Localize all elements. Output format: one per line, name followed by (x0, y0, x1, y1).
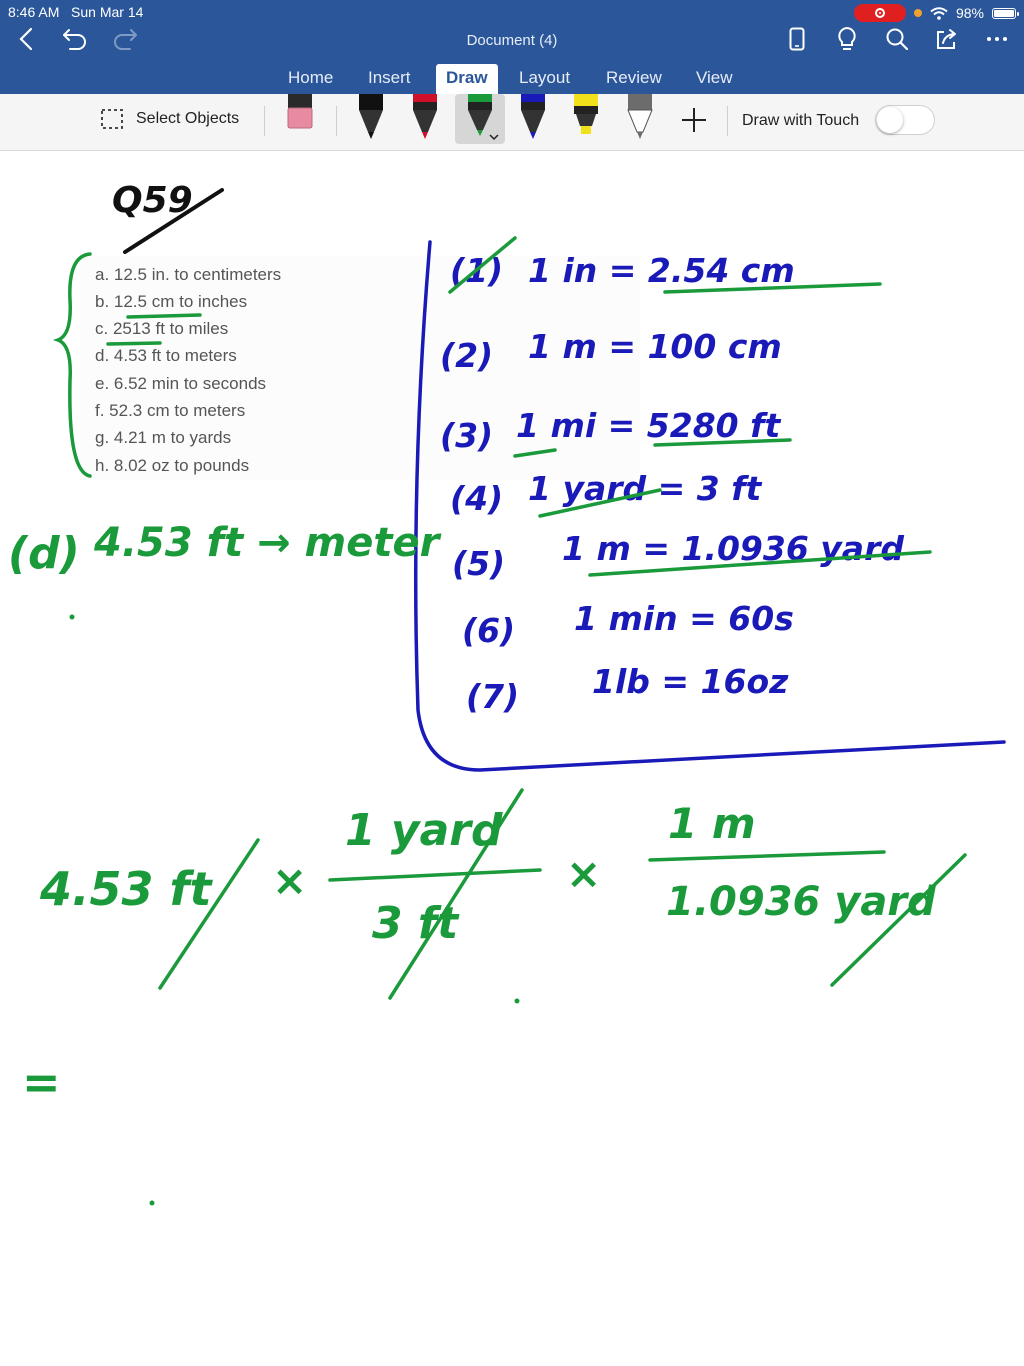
conversion-2-num: (2) (440, 336, 493, 375)
ink-dot (514, 998, 520, 1004)
conversion-1: 1 in = 2.54 cm (528, 251, 795, 290)
conversion-3-num: (3) (440, 416, 493, 455)
conversion-6: 1 min = 60s (574, 599, 794, 638)
equals-sign: = (22, 1055, 61, 1109)
underline-c (106, 341, 162, 346)
equation-lhs: 4.53 ft (39, 862, 214, 916)
problem-statement: (d) 4.53 ft → meter (8, 520, 442, 579)
factor2-numerator: 1 m (668, 799, 756, 848)
problem-label: (d) (8, 528, 80, 579)
factor1-numerator: 1 yard (345, 805, 503, 856)
equation-times-2: × (566, 849, 601, 898)
conversion-3: 1 mi = 5280 ft (516, 406, 781, 445)
ink-dot (149, 1200, 155, 1206)
fraction-bar-2 (648, 850, 886, 862)
ink-dot (69, 614, 75, 620)
question-brace (52, 252, 92, 478)
conversion-4-num: (4) (450, 479, 503, 518)
conversion-table: (1) 1 in = 2.54 cm (2) 1 m = 100 cm (3) … (440, 251, 904, 716)
conversion-4: 1 yard = 3 ft (528, 469, 763, 508)
factor2-denominator: 1.0936 yard (666, 879, 936, 925)
equation-times-1: × (272, 856, 307, 905)
conversion-5: 1 m = 1.0936 yard (562, 529, 904, 568)
conversion-6-num: (6) (462, 611, 515, 650)
ink-layer: Q59 (1) 1 in = 2.54 cm (2) 1 m = 100 cm … (8, 180, 1006, 1206)
problem-text: 4.53 ft → meter (93, 520, 442, 566)
underline-mi (513, 448, 557, 458)
conversion-2: 1 m = 100 cm (528, 327, 782, 366)
underline-b (126, 313, 202, 319)
fraction-bar-1 (328, 868, 542, 882)
conversion-7-num: (7) (466, 677, 519, 716)
equation: 4.53 ft × 1 yard 3 ft × 1 m 1.0936 yard … (22, 799, 936, 1109)
conversion-7: 1lb = 16oz (592, 662, 789, 701)
conversion-5-num: (5) (452, 544, 505, 583)
